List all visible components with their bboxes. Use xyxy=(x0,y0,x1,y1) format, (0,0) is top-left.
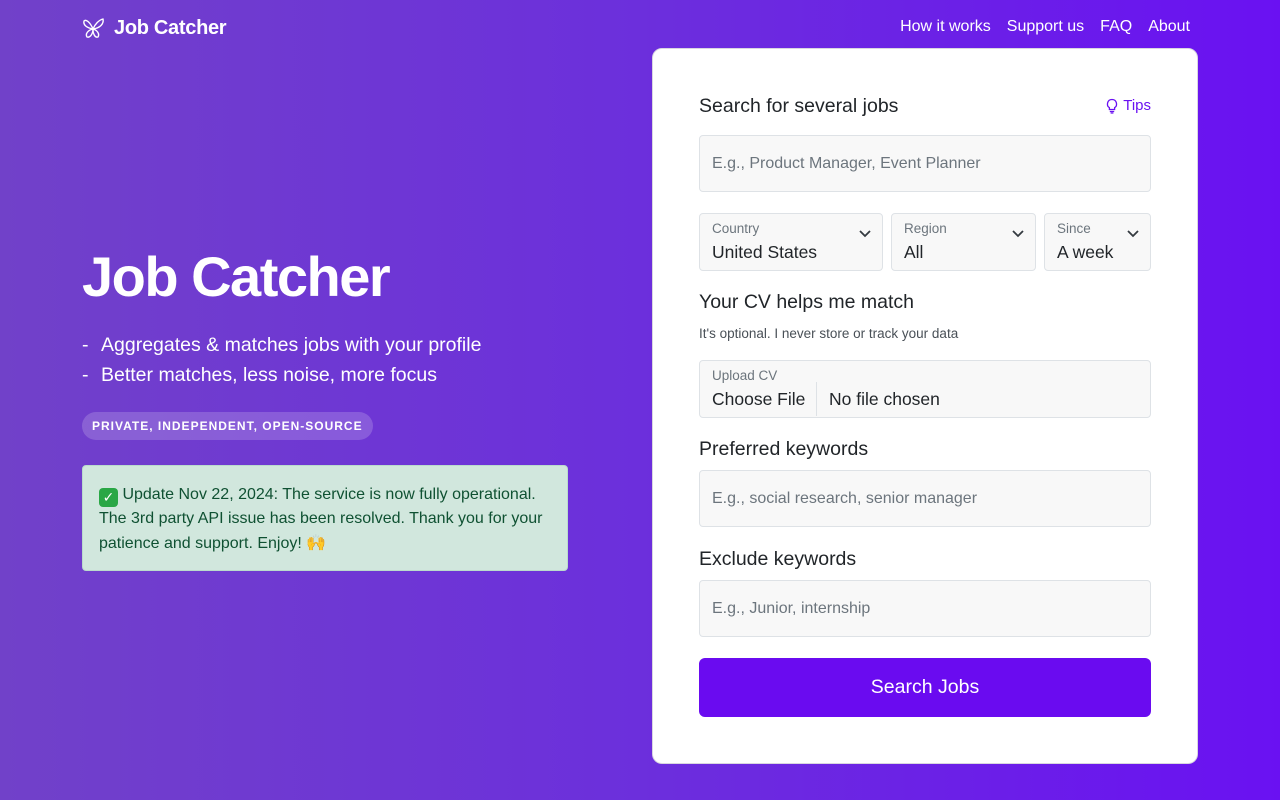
feature-badge: PRIVATE, INDEPENDENT, OPEN-SOURCE xyxy=(82,412,373,440)
brand-name: Job Catcher xyxy=(114,16,227,39)
chevron-down-icon xyxy=(859,230,871,238)
search-jobs-button[interactable]: Search Jobs xyxy=(699,658,1151,717)
exclude-keywords-input[interactable] xyxy=(699,580,1151,637)
search-header: Search for several jobs Tips xyxy=(699,95,1151,118)
chevron-down-icon xyxy=(1012,230,1024,238)
region-select[interactable]: Region All xyxy=(891,213,1036,271)
update-notice: ✓ Update Nov 22, 2024: The service is no… xyxy=(82,465,568,571)
search-card: Search for several jobs Tips Country Uni… xyxy=(652,48,1198,764)
nav-about[interactable]: About xyxy=(1148,18,1190,36)
hero-bullet: - Better matches, less noise, more focus xyxy=(82,360,481,390)
since-select[interactable]: Since A week xyxy=(1044,213,1151,271)
brand-logo[interactable]: Job Catcher xyxy=(82,16,227,40)
check-mark-icon: ✓ xyxy=(99,488,118,507)
top-nav: How it works Support us FAQ About xyxy=(900,18,1190,36)
region-label: Region xyxy=(904,221,947,236)
filter-row: Country United States Region All Since A… xyxy=(699,213,1151,271)
preferred-keywords-label: Preferred keywords xyxy=(699,438,869,460)
nav-support-us[interactable]: Support us xyxy=(1007,18,1084,36)
hero-bullet-text: Aggregates & matches jobs with your prof… xyxy=(101,334,482,356)
cv-subtext: It's optional. I never store or track yo… xyxy=(699,326,959,341)
file-status: No file chosen xyxy=(829,389,940,409)
nav-faq[interactable]: FAQ xyxy=(1100,18,1132,36)
cv-upload-field[interactable]: Upload CV Choose File No file chosen xyxy=(699,360,1151,418)
upload-label: Upload CV xyxy=(712,368,778,383)
chevron-down-icon xyxy=(1127,230,1139,238)
search-label: Search for several jobs xyxy=(699,95,899,117)
country-select[interactable]: Country United States xyxy=(699,213,883,271)
hero-title: Job Catcher xyxy=(82,245,391,308)
exclude-keywords-label: Exclude keywords xyxy=(699,548,857,570)
preferred-keywords-input[interactable] xyxy=(699,470,1151,527)
country-value: United States xyxy=(712,242,818,262)
region-value: All xyxy=(904,242,924,262)
hero-bullet: - Aggregates & matches jobs with your pro… xyxy=(82,330,481,360)
country-label: Country xyxy=(712,221,760,236)
butterfly-icon xyxy=(83,18,104,38)
raised-hands-icon: 🙌 xyxy=(306,533,327,552)
hero-bullet-text: Better matches, less noise, more focus xyxy=(101,364,437,386)
hero-bullets: - Aggregates & matches jobs with your pro… xyxy=(82,330,481,390)
job-search-input[interactable] xyxy=(699,135,1151,192)
choose-file-button[interactable]: Choose File xyxy=(700,382,817,416)
since-value: A week xyxy=(1057,242,1114,262)
tips-link[interactable]: Tips xyxy=(1105,97,1151,114)
tips-label: Tips xyxy=(1123,97,1151,114)
cv-heading: Your CV helps me match xyxy=(699,291,914,313)
nav-how-it-works[interactable]: How it works xyxy=(900,18,991,36)
lightbulb-icon xyxy=(1107,98,1118,114)
